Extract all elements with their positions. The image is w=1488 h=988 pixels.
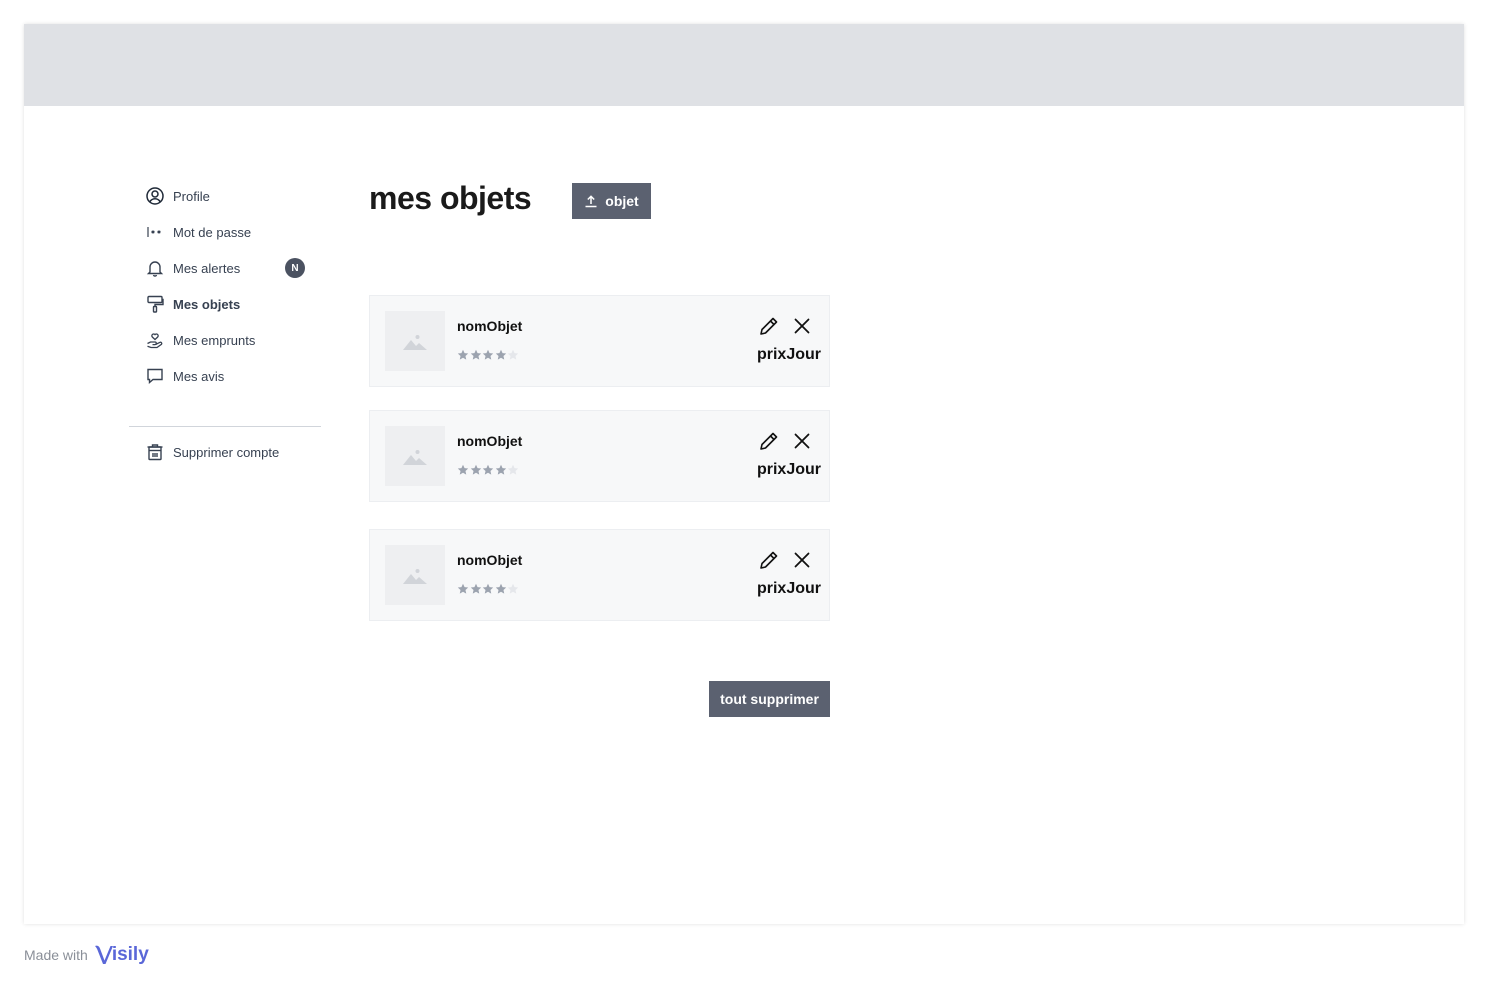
star-rating: [457, 583, 520, 595]
close-icon[interactable]: [790, 314, 814, 338]
object-price: prixJour: [756, 580, 821, 597]
hand-heart-icon: [145, 330, 165, 350]
object-card: nomObjet prixJour: [369, 295, 830, 387]
sidebar-item-delete-account[interactable]: Supprimer compte: [145, 440, 321, 464]
star-rating: [457, 349, 520, 361]
object-name: nomObjet: [457, 433, 523, 449]
image-placeholder-icon: [385, 426, 445, 486]
star-empty-icon: [507, 464, 519, 475]
star-filled-icon: [470, 349, 481, 360]
sidebar-item-alerts[interactable]: Mes alertes N: [145, 256, 321, 280]
edit-pencil-icon[interactable]: [757, 314, 781, 338]
visily-logo[interactable]: isily: [94, 944, 149, 966]
close-icon[interactable]: [790, 429, 814, 453]
notification-badge: N: [285, 258, 305, 278]
bell-icon: [145, 258, 165, 278]
app-frame: Profile Mot de passe Mes alertes N Mes o…: [24, 24, 1464, 924]
trash-icon: [145, 442, 165, 462]
close-icon[interactable]: [790, 548, 814, 572]
sidebar-item-reviews[interactable]: Mes avis: [145, 364, 321, 388]
sidebar-divider: [129, 426, 321, 427]
star-filled-icon: [470, 583, 481, 594]
star-filled-icon: [482, 349, 494, 360]
footer: Made with isily: [24, 940, 149, 970]
star-empty-icon: [507, 583, 519, 594]
header-bar: [24, 24, 1464, 106]
object-name: nomObjet: [457, 318, 523, 334]
star-rating: [457, 464, 520, 476]
star-filled-icon: [495, 583, 506, 594]
sidebar-item-my-objects[interactable]: Mes objets: [145, 292, 321, 316]
object-card: nomObjet prixJour: [369, 410, 830, 502]
object-name: nomObjet: [457, 552, 523, 568]
image-placeholder-icon: [385, 545, 445, 605]
object-card: nomObjet prixJour: [369, 529, 830, 621]
paint-roller-icon: [145, 294, 165, 314]
sidebar-item-label: Mes alertes: [173, 260, 241, 276]
sidebar-item-label: Mes emprunts: [173, 332, 256, 348]
upload-object-button[interactable]: objet: [572, 183, 651, 219]
upload-button-label: objet: [605, 193, 639, 209]
sidebar-item-profile[interactable]: Profile: [145, 184, 321, 208]
image-placeholder-icon: [385, 311, 445, 371]
sidebar-item-label: Mes objets: [173, 296, 241, 312]
object-price: prixJour: [756, 346, 821, 363]
object-price: prixJour: [756, 461, 821, 478]
brand-text: isily: [111, 944, 149, 965]
star-filled-icon: [482, 583, 494, 594]
user-circle-icon: [145, 186, 165, 206]
star-filled-icon: [495, 349, 506, 360]
sidebar-item-label: Mot de passe: [173, 224, 252, 240]
sidebar-item-label: Profile: [173, 188, 210, 204]
sidebar-item-password[interactable]: Mot de passe: [145, 220, 321, 244]
sidebar-item-borrowings[interactable]: Mes emprunts: [145, 328, 321, 352]
sidebar-item-label: Mes avis: [173, 368, 225, 384]
page-title: mes objets: [369, 180, 532, 216]
star-filled-icon: [457, 583, 469, 594]
made-with-text: Made with: [24, 947, 88, 963]
password-icon: [145, 222, 165, 242]
star-filled-icon: [482, 464, 494, 475]
sidebar-item-label: Supprimer compte: [173, 444, 280, 460]
upload-icon: [585, 195, 597, 208]
chat-bubble-icon: [145, 366, 165, 386]
visily-v-logo-icon: [94, 945, 113, 964]
edit-pencil-icon[interactable]: [757, 429, 781, 453]
star-filled-icon: [495, 464, 506, 475]
star-filled-icon: [457, 349, 469, 360]
delete-all-button[interactable]: tout supprimer: [709, 681, 830, 717]
star-empty-icon: [507, 349, 519, 360]
edit-pencil-icon[interactable]: [757, 548, 781, 572]
star-filled-icon: [457, 464, 469, 475]
star-filled-icon: [470, 464, 481, 475]
